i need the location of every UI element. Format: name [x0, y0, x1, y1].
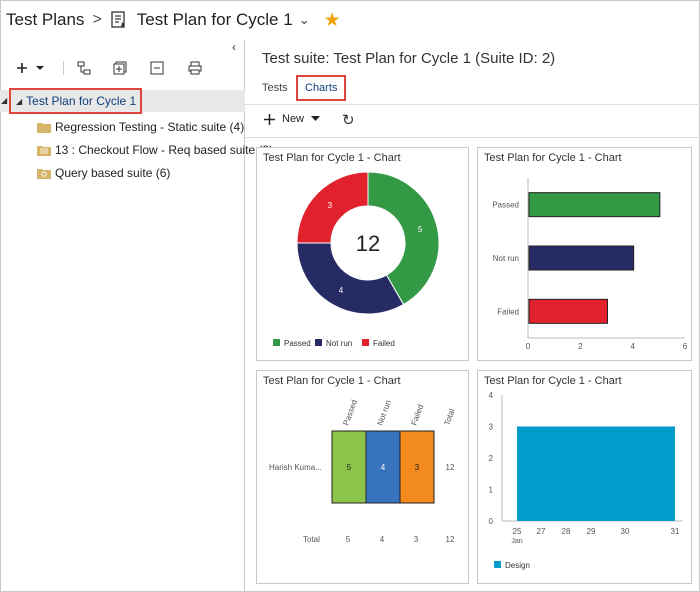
- collapse-all-button[interactable]: [148, 58, 166, 78]
- plus-icon: [264, 113, 275, 125]
- total-row-value: 5: [346, 535, 351, 544]
- legend-swatch: [273, 339, 280, 346]
- bar: [528, 192, 661, 218]
- chevron-down-icon[interactable]: ⌄: [299, 12, 310, 28]
- breadcrumb-root[interactable]: Test Plans: [6, 10, 84, 30]
- folder-icon: [37, 122, 51, 133]
- donut-chart: 5 4 3 12 Passed Not run Failed: [273, 171, 440, 348]
- dropdown-arrow-icon: [311, 116, 321, 121]
- collapse-all-icon: [150, 61, 164, 75]
- legend-swatch: [315, 339, 322, 346]
- favorite-star-icon[interactable]: ★: [324, 9, 341, 32]
- chart-card-column[interactable]: Test Plan for Cycle 1 - Chart 0 1 2 3 4 25 27 2…: [477, 370, 692, 584]
- y-tick-label: 3: [489, 423, 494, 432]
- pivot-cell-value: 3: [415, 463, 420, 472]
- y-tick-label: 0: [489, 517, 494, 526]
- toolbar-divider: [63, 61, 64, 75]
- tab-tests[interactable]: Tests: [262, 82, 288, 94]
- bar: [528, 245, 635, 271]
- category-label: Failed: [497, 307, 519, 316]
- tree-root-highlight-box: [9, 88, 142, 114]
- refresh-icon[interactable]: ↻: [342, 111, 355, 129]
- column-bar: [517, 426, 675, 521]
- x-tick-label: 30: [621, 527, 630, 536]
- category-label: Passed: [492, 201, 519, 210]
- grand-total: 12: [446, 535, 455, 544]
- tab-charts-highlight-box: [296, 75, 346, 101]
- tree-item-requirement-suite[interactable]: 13 : Checkout Flow - Req based suite (2): [37, 143, 273, 157]
- x-tick-label: 31: [671, 527, 680, 536]
- legend-label: Design: [505, 561, 530, 570]
- legend-label: Not run: [326, 339, 352, 348]
- x-tick-label: 28: [562, 527, 571, 536]
- x-tick-label: 2: [578, 342, 583, 351]
- tab-divider: [245, 104, 700, 105]
- plus-icon: [17, 63, 44, 73]
- bar: [528, 298, 608, 324]
- requirement-suite-icon: [37, 145, 51, 156]
- chart-card-donut[interactable]: Test Plan for Cycle 1 - Chart 5 4 3 12 Passe…: [256, 147, 469, 361]
- row-total: 12: [446, 463, 455, 472]
- row-label: Harish Kuma...: [269, 463, 322, 472]
- test-plan-icon: [111, 11, 125, 28]
- column-chart: 0 1 2 3 4 25 27 28 29 30 31 Jan Design: [489, 391, 683, 570]
- plan-title: Test Plan for Cycle 1: [136, 10, 293, 29]
- x-tick-label: 6: [683, 342, 688, 351]
- expand-all-icon: [113, 61, 127, 75]
- y-tick-label: 2: [489, 454, 494, 463]
- chart-card-bar[interactable]: Test Plan for Cycle 1 - Chart Passed Not …: [477, 147, 692, 361]
- pivot-cell-value: 4: [381, 463, 386, 472]
- category-label: Not run: [493, 254, 519, 263]
- column-header: Passed: [341, 399, 359, 427]
- bar-chart: Passed Not run Failed 0 2 4 6: [492, 178, 688, 351]
- tree-item-static-suite[interactable]: Regression Testing - Static suite (4): [37, 120, 244, 134]
- x-tick-label: 4: [630, 342, 635, 351]
- print-button[interactable]: [186, 58, 204, 78]
- query-suite-icon: [37, 168, 51, 179]
- legend-label: Passed: [284, 339, 311, 348]
- breadcrumb-separator: >: [92, 11, 102, 28]
- expand-all-button[interactable]: [111, 58, 129, 78]
- tree-item-label: 13 : Checkout Flow - Req based suite (2): [55, 143, 274, 157]
- x-tick-label: 27: [537, 527, 546, 536]
- legend-swatch: [362, 339, 369, 346]
- donut-center-total: 12: [356, 231, 380, 256]
- donut-slice: [296, 242, 405, 315]
- x-tick-label: 29: [587, 527, 596, 536]
- collapse-pane-icon[interactable]: ‹: [232, 40, 236, 54]
- left-pane: ‹ ◢ ◢ Test Plan for Cycle 1 Regression T…: [0, 40, 273, 592]
- suite-title: Test suite: Test Plan for Cycle 1 (Suite…: [262, 50, 556, 67]
- toolbar-divider: [245, 137, 700, 138]
- hierarchy-icon: [77, 61, 91, 75]
- column-header: Failed: [409, 403, 425, 427]
- x-month-label: Jan: [511, 538, 522, 545]
- tree-caret-icon[interactable]: ◢: [1, 96, 7, 105]
- legend-label: Failed: [373, 339, 395, 348]
- tree-item-query-suite[interactable]: Query based suite (6): [37, 166, 170, 180]
- pivot-table-chart: Passed Not run Failed Total 5 4 3 Harish Kuma..…: [269, 399, 457, 544]
- column-header: Total: [442, 408, 456, 427]
- y-tick-label: 4: [489, 391, 494, 400]
- donut-data-label: 4: [339, 286, 344, 295]
- total-row-value: 3: [414, 535, 419, 544]
- chart-card-pivot[interactable]: Test Plan for Cycle 1 - Chart Passed Not …: [256, 370, 469, 584]
- column-header: Not run: [375, 399, 392, 427]
- expand-tree-button[interactable]: [75, 58, 93, 78]
- new-chart-button[interactable]: New: [264, 113, 321, 125]
- tree-item-label: Query based suite (6): [55, 166, 171, 180]
- donut-data-label: 3: [328, 201, 333, 210]
- tree-item-label: Regression Testing - Static suite (4): [55, 120, 245, 134]
- new-button-label: New: [282, 113, 305, 125]
- donut-data-label: 5: [418, 225, 423, 234]
- printer-icon: [188, 61, 202, 75]
- total-row-value: 4: [380, 535, 385, 544]
- total-row-label: Total: [303, 535, 320, 544]
- legend-swatch: [494, 561, 501, 568]
- pivot-cell-value: 5: [347, 463, 352, 472]
- x-tick-label: 25: [513, 527, 522, 536]
- y-tick-label: 1: [489, 486, 494, 495]
- breadcrumb: Test Plans > Test Plan for Cycle 1 ⌄ ★: [0, 0, 700, 40]
- x-tick-label: 0: [526, 342, 531, 351]
- add-suite-button[interactable]: [16, 58, 48, 78]
